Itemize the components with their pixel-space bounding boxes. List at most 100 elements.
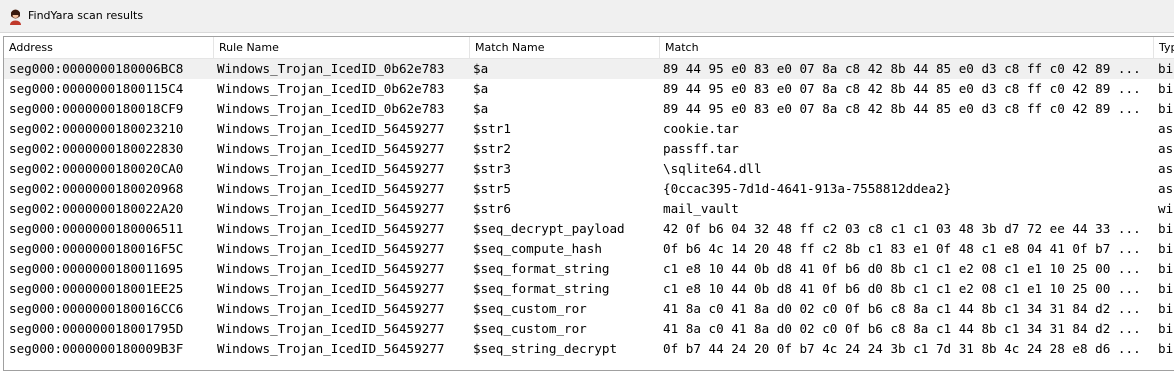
- rule-name-cell: Windows_Trojan_IcedID_56459277: [217, 321, 445, 336]
- address-cell: seg000:0000000180011695: [9, 261, 184, 276]
- match-cell: 89 44 95 e0 83 e0 07 8a c8 42 8b 44 85 e…: [663, 61, 1141, 76]
- table-header: Address Rule Name Match Name Match Typ: [4, 37, 1174, 59]
- table-row[interactable]: seg000:0000000180016CC6 Windows_Trojan_Ic…: [4, 299, 1174, 319]
- match-cell: 41 8a c0 41 8a d0 02 c0 0f b6 c8 8a c1 4…: [663, 321, 1141, 336]
- type-cell: as: [1158, 161, 1174, 176]
- match-name-cell: $seq_custom_ror: [473, 321, 587, 336]
- type-cell: bi: [1158, 341, 1174, 356]
- type-cell: bi: [1158, 281, 1174, 296]
- rule-name-cell: Windows_Trojan_IcedID_56459277: [217, 181, 445, 196]
- table-body: seg000:0000000180006BC8 Windows_Trojan_Ic…: [4, 59, 1174, 359]
- table-row[interactable]: seg000:0000000180011695 Windows_Trojan_Ic…: [4, 259, 1174, 279]
- type-cell: bi: [1158, 221, 1174, 236]
- table-row[interactable]: seg002:0000000180023210 Windows_Trojan_Ic…: [4, 119, 1174, 139]
- match-cell: 89 44 95 e0 83 e0 07 8a c8 42 8b 44 85 e…: [663, 101, 1141, 116]
- rule-name-cell: Windows_Trojan_IcedID_0b62e783: [217, 81, 445, 96]
- address-cell: seg000:0000000180009B3F: [9, 341, 184, 356]
- rule-name-cell: Windows_Trojan_IcedID_0b62e783: [217, 61, 445, 76]
- type-cell: as: [1158, 141, 1174, 156]
- rule-name-cell: Windows_Trojan_IcedID_56459277: [217, 241, 445, 256]
- match-name-cell: $a: [473, 61, 489, 76]
- type-cell: bi: [1158, 321, 1174, 336]
- table-row[interactable]: seg000:0000000180018CF9 Windows_Trojan_Ic…: [4, 99, 1174, 119]
- address-cell: seg002:0000000180020968: [9, 181, 184, 196]
- column-header-match[interactable]: Match: [660, 37, 1154, 58]
- type-cell: wi: [1158, 201, 1174, 216]
- rule-name-cell: Windows_Trojan_IcedID_56459277: [217, 301, 445, 316]
- match-name-cell: $str1: [473, 121, 511, 136]
- rule-name-cell: Windows_Trojan_IcedID_56459277: [217, 121, 445, 136]
- match-name-cell: $seq_custom_ror: [473, 301, 587, 316]
- match-name-cell: $str3: [473, 161, 511, 176]
- table-row[interactable]: seg002:0000000180020968 Windows_Trojan_Ic…: [4, 179, 1174, 199]
- type-cell: bi: [1158, 61, 1174, 76]
- match-cell: c1 e8 10 44 0b d8 41 0f b6 d0 8b c1 c1 e…: [663, 281, 1141, 296]
- table-row[interactable]: seg000:0000000180016F5C Windows_Trojan_Ic…: [4, 239, 1174, 259]
- rule-name-cell: Windows_Trojan_IcedID_56459277: [217, 221, 445, 236]
- match-cell: {0ccac395-7d1d-4641-913a-7558812ddea2}: [663, 181, 952, 196]
- match-name-cell: $seq_compute_hash: [473, 241, 602, 256]
- type-cell: as: [1158, 181, 1174, 196]
- type-cell: as: [1158, 121, 1174, 136]
- type-cell: bi: [1158, 81, 1174, 96]
- table-row[interactable]: seg000:0000000180006511 Windows_Trojan_Ic…: [4, 219, 1174, 239]
- table-row[interactable]: seg002:0000000180022A20 Windows_Trojan_Ic…: [4, 199, 1174, 219]
- address-cell: seg002:0000000180022A20: [9, 201, 184, 216]
- match-cell: c1 e8 10 44 0b d8 41 0f b6 d0 8b c1 c1 e…: [663, 261, 1141, 276]
- table-row[interactable]: seg000:000000018001EE25 Windows_Trojan_Ic…: [4, 279, 1174, 299]
- type-cell: bi: [1158, 301, 1174, 316]
- title-bar: FindYara scan results: [0, 0, 1174, 33]
- table-row[interactable]: seg002:0000000180020CA0 Windows_Trojan_Ic…: [4, 159, 1174, 179]
- match-cell: 0f b7 44 24 20 0f b7 4c 24 24 3b c1 7d 3…: [663, 341, 1141, 356]
- table-row[interactable]: seg000:00000001800115C4 Windows_Trojan_Ic…: [4, 79, 1174, 99]
- match-cell: passff.tar: [663, 141, 739, 156]
- address-cell: seg000:0000000180018CF9: [9, 101, 184, 116]
- table-row[interactable]: seg000:0000000180006BC8 Windows_Trojan_Ic…: [4, 59, 1174, 79]
- match-cell: 89 44 95 e0 83 e0 07 8a c8 42 8b 44 85 e…: [663, 81, 1141, 96]
- match-name-cell: $seq_decrypt_payload: [473, 221, 625, 236]
- address-cell: seg000:00000001800115C4: [9, 81, 184, 96]
- column-header-match-name[interactable]: Match Name: [470, 37, 660, 58]
- rule-name-cell: Windows_Trojan_IcedID_0b62e783: [217, 101, 445, 116]
- match-cell: mail_vault: [663, 201, 739, 216]
- address-cell: seg000:0000000180016F5C: [9, 241, 184, 256]
- column-header-rule-name[interactable]: Rule Name: [214, 37, 470, 58]
- address-cell: seg002:0000000180020CA0: [9, 161, 184, 176]
- match-name-cell: $seq_format_string: [473, 281, 610, 296]
- match-name-cell: $seq_string_decrypt: [473, 341, 618, 356]
- address-cell: seg000:0000000180016CC6: [9, 301, 184, 316]
- address-cell: seg000:0000000180006511: [9, 221, 184, 236]
- match-cell: \sqlite64.dll: [663, 161, 762, 176]
- match-name-cell: $str6: [473, 201, 511, 216]
- column-header-type[interactable]: Typ: [1154, 37, 1174, 58]
- rule-name-cell: Windows_Trojan_IcedID_56459277: [217, 341, 445, 356]
- table-row[interactable]: seg000:000000018001795D Windows_Trojan_Ic…: [4, 319, 1174, 339]
- rule-name-cell: Windows_Trojan_IcedID_56459277: [217, 281, 445, 296]
- address-cell: seg000:000000018001EE25: [9, 281, 184, 296]
- address-cell: seg000:000000018001795D: [9, 321, 184, 336]
- column-header-address[interactable]: Address: [4, 37, 214, 58]
- type-cell: bi: [1158, 101, 1174, 116]
- findyara-app-icon: [10, 9, 21, 25]
- results-table[interactable]: Address Rule Name Match Name Match Typ s…: [3, 36, 1174, 371]
- match-cell: 42 0f b6 04 32 48 ff c2 03 c8 c1 c1 03 4…: [663, 221, 1141, 236]
- match-name-cell: $a: [473, 101, 489, 116]
- rule-name-cell: Windows_Trojan_IcedID_56459277: [217, 201, 445, 216]
- type-cell: bi: [1158, 241, 1174, 256]
- table-row[interactable]: seg000:0000000180009B3F Windows_Trojan_Ic…: [4, 339, 1174, 359]
- rule-name-cell: Windows_Trojan_IcedID_56459277: [217, 161, 445, 176]
- rule-name-cell: Windows_Trojan_IcedID_56459277: [217, 141, 445, 156]
- match-name-cell: $str5: [473, 181, 511, 196]
- match-cell: 41 8a c0 41 8a d0 02 c0 0f b6 c8 8a c1 4…: [663, 301, 1141, 316]
- match-cell: cookie.tar: [663, 121, 739, 136]
- address-cell: seg000:0000000180006BC8: [9, 61, 184, 76]
- rule-name-cell: Windows_Trojan_IcedID_56459277: [217, 261, 445, 276]
- match-name-cell: $str2: [473, 141, 511, 156]
- match-name-cell: $a: [473, 81, 489, 96]
- match-cell: 0f b6 4c 14 20 48 ff c2 8b c1 83 e1 0f 4…: [663, 241, 1141, 256]
- match-name-cell: $seq_format_string: [473, 261, 610, 276]
- table-row[interactable]: seg002:0000000180022830 Windows_Trojan_Ic…: [4, 139, 1174, 159]
- address-cell: seg002:0000000180022830: [9, 141, 184, 156]
- address-cell: seg002:0000000180023210: [9, 121, 184, 136]
- window-title: FindYara scan results: [28, 9, 144, 22]
